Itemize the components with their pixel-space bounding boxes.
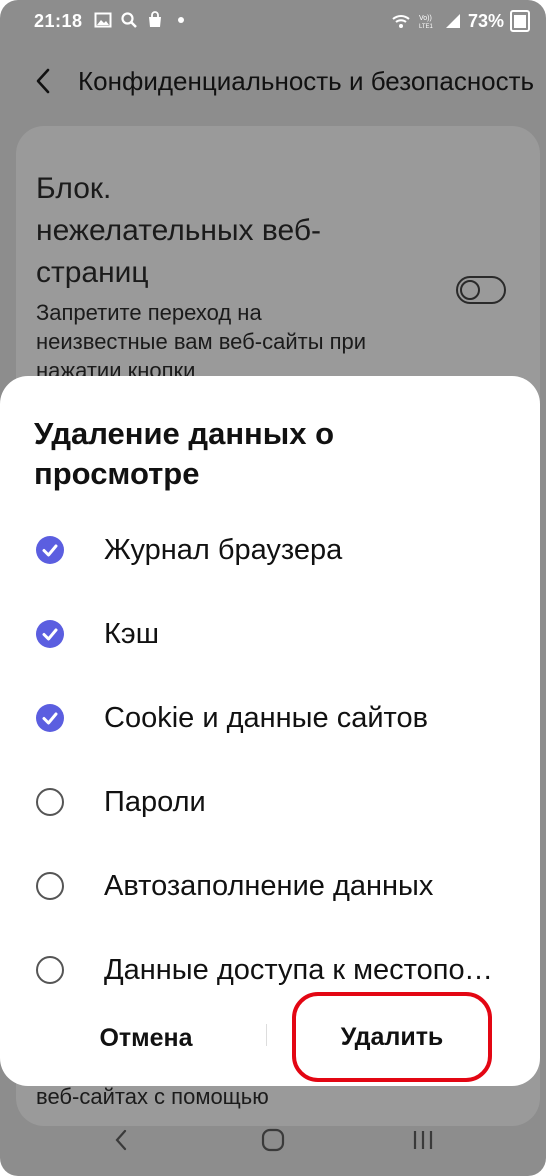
clear-data-dialog: Удаление данных о просмотре Журнал брауз… (0, 376, 540, 1086)
system-icons: Vo)) LTE1 73% (390, 10, 530, 32)
option-label: Данные доступа к местоположению (104, 954, 500, 986)
notification-icons (94, 11, 190, 29)
delete-button[interactable]: Удалить (292, 992, 492, 1082)
nav-home-icon[interactable] (260, 1128, 286, 1152)
back-arrow-icon[interactable] (32, 66, 54, 96)
toggle-knob (460, 280, 480, 300)
svg-text:Vo)): Vo)) (419, 15, 432, 22)
battery-percent: 73% (467, 10, 504, 31)
navigation-bar (0, 1106, 546, 1176)
checkbox-icon[interactable] (36, 872, 64, 900)
shopping-bag-icon (149, 11, 161, 27)
option-cache[interactable]: Кэш (0, 606, 540, 666)
checkbox-icon[interactable] (36, 620, 64, 648)
checkbox-icon[interactable] (36, 704, 64, 732)
option-browser-history[interactable]: Журнал браузера (0, 522, 540, 582)
dot-icon (178, 17, 184, 23)
setting-title: Блок. нежелательных веб-страниц (36, 172, 322, 289)
checkbox-icon[interactable] (36, 956, 64, 984)
cancel-button[interactable]: Отмена (56, 1016, 236, 1060)
search-icon (121, 12, 137, 28)
option-autofill[interactable]: Автозаполнение данных (0, 858, 540, 918)
option-passwords[interactable]: Пароли (0, 774, 540, 834)
nav-recent-apps-icon[interactable] (408, 1128, 438, 1152)
app-header: Конфиденциальность и безопасность (0, 52, 546, 112)
svg-text:LTE1: LTE1 (419, 24, 434, 30)
option-cookies[interactable]: Cookie и данные сайтов (0, 690, 540, 750)
option-label: Автозаполнение данных (104, 870, 434, 902)
signal-icon (445, 14, 460, 28)
image-icon (94, 12, 112, 28)
option-label: Пароли (104, 786, 206, 818)
phone-screen: 21:18 Vo)) LTE1 73% Конфиденциальность и … (0, 0, 546, 1176)
status-bar: 21:18 Vo)) LTE1 73% (0, 0, 546, 44)
wifi-icon (392, 15, 410, 28)
option-label: Кэш (104, 618, 159, 650)
option-label: Журнал браузера (104, 534, 343, 566)
setting-toggle[interactable] (456, 276, 506, 304)
nav-back-icon[interactable] (110, 1128, 134, 1152)
status-time: 21:18 (34, 11, 83, 31)
volte-icon: Vo)) LTE1 (419, 15, 434, 30)
checkbox-icon[interactable] (36, 788, 64, 816)
setting-description: Запретите переход на неизвестные вам веб… (36, 300, 367, 383)
page-title: Конфиденциальность и безопасность (78, 66, 535, 96)
button-divider (266, 1024, 267, 1046)
checkbox-icon[interactable] (36, 536, 64, 564)
dialog-title: Удаление данных о просмотре (34, 416, 335, 491)
option-label: Cookie и данные сайтов (104, 702, 429, 734)
battery-icon (510, 10, 530, 32)
